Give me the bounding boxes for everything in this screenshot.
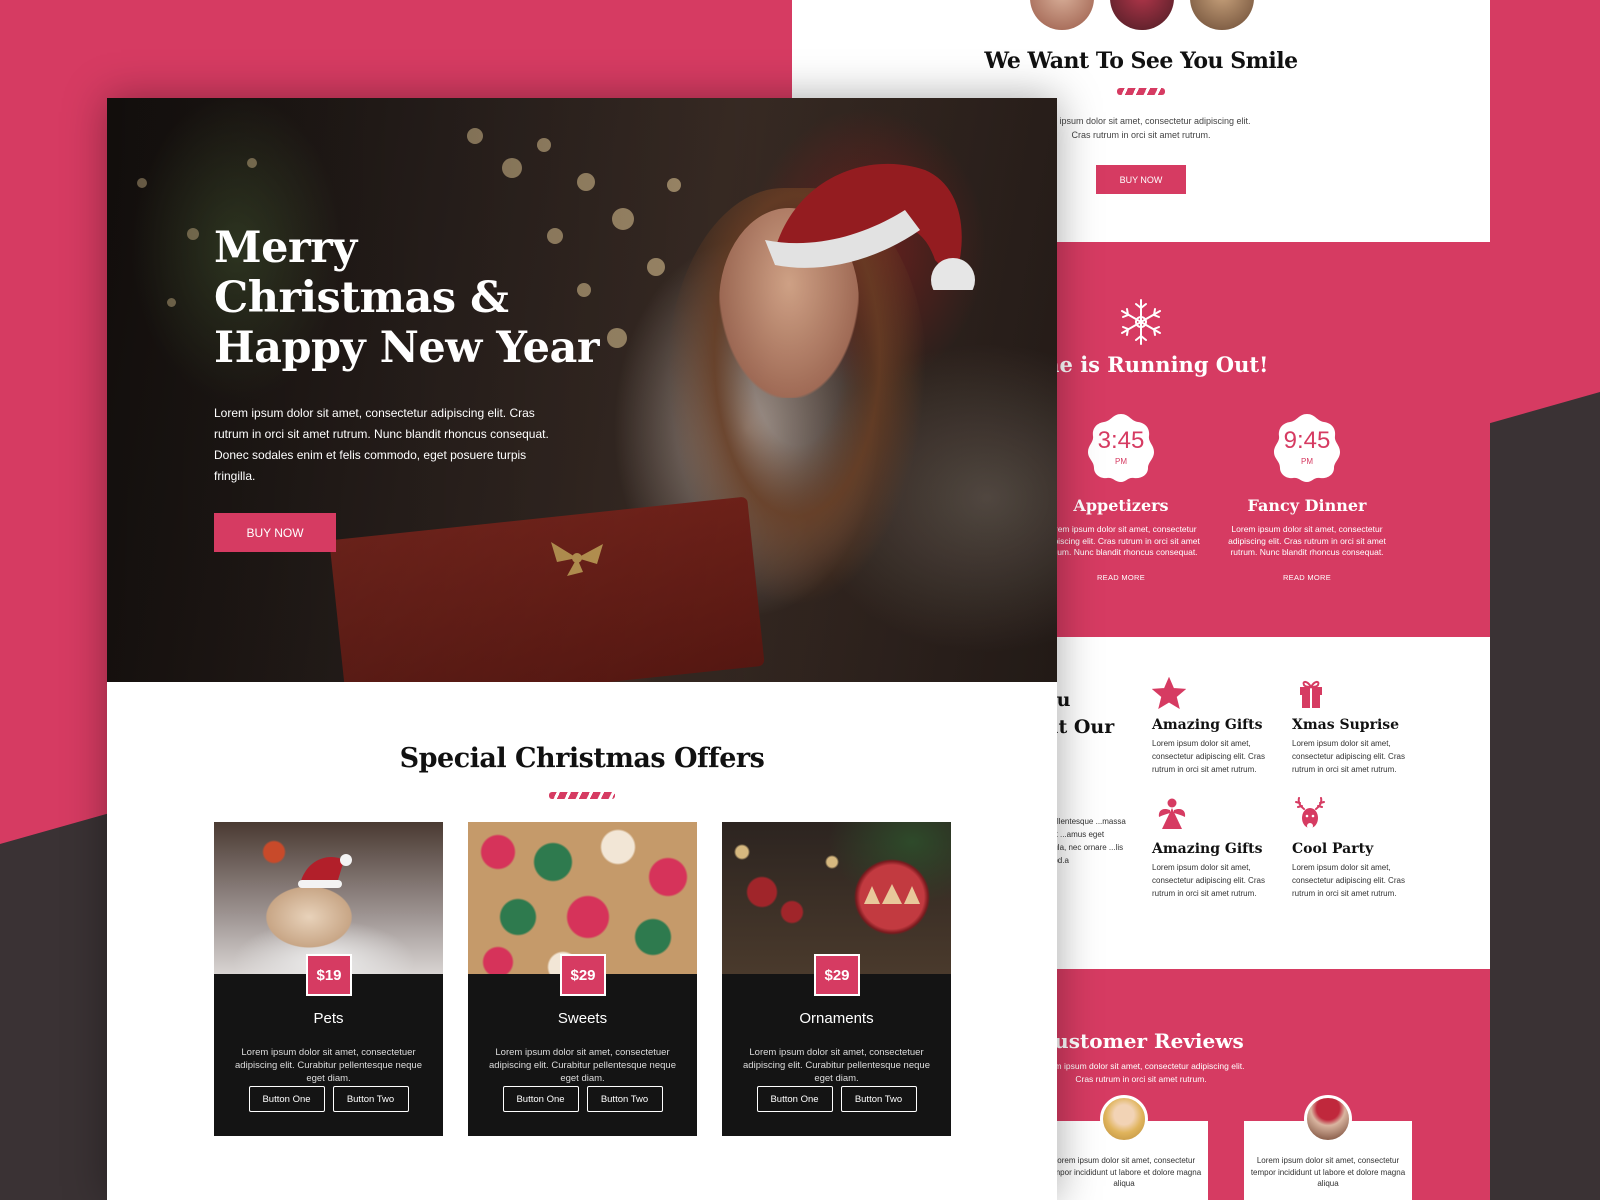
time-badge: 9:45 PM (1272, 412, 1342, 482)
read-more-link[interactable]: READ MORE (1217, 573, 1397, 582)
snowflake-icon (1121, 299, 1161, 345)
review-text: Lorem ipsum dolor sit amet, consectetur … (1250, 1156, 1406, 1188)
timing-item-title: Appetizers (1073, 496, 1169, 515)
smile-buy-button[interactable]: BUY NOW (1096, 165, 1186, 194)
price-badge: $29 (814, 954, 860, 996)
hero-title-line: Happy New Year (214, 323, 600, 373)
offer-buttons: Button One Button Two (214, 1086, 443, 1112)
offer-text: Lorem ipsum dolor sit amet, consectetuer… (743, 1047, 930, 1084)
gift-icon (1300, 680, 1322, 708)
offers-title: Special Christmas Offers (399, 743, 765, 774)
title-divider (549, 792, 615, 799)
hero-section: Merry Christmas & Happy New Year Lorem i… (107, 98, 1057, 682)
feature-text: Lorem ipsum dolor sit amet, consectetur … (1292, 739, 1405, 774)
offer-text: Lorem ipsum dolor sit amet, consectetuer… (235, 1047, 422, 1084)
button-one[interactable]: Button One (756, 1086, 833, 1112)
avatar-row (1030, 0, 1254, 30)
button-one[interactable]: Button One (502, 1086, 579, 1112)
avatar (1110, 0, 1174, 30)
avatar (1030, 0, 1094, 30)
offer-name: Ornaments (799, 1010, 874, 1027)
timing-item-text: Lorem ipsum dolor sit amet, consectetur … (1228, 524, 1386, 557)
offer-buttons: Button One Button Two (468, 1086, 697, 1112)
avatar (1190, 0, 1254, 30)
read-more-link[interactable]: READ MORE (1031, 573, 1211, 582)
offer-photo-pets (214, 822, 443, 974)
hero-overlay (107, 98, 1057, 682)
button-two[interactable]: Button Two (332, 1086, 409, 1112)
feature-title: Amazing Gifts (1152, 717, 1263, 733)
reindeer-icon (1295, 797, 1325, 829)
time-ampm: PM (1301, 457, 1313, 466)
star-icon (1152, 677, 1186, 709)
title-divider (1117, 88, 1165, 95)
santa-hat (298, 854, 352, 888)
hero-title-line: Merry (214, 223, 357, 273)
review-card: Lorem ipsum dolor sit amet, consectetur … (1040, 1095, 1208, 1200)
review-card: Lorem ipsum dolor sit amet, consectetur … (1244, 1095, 1412, 1200)
offer-photo-ornaments (722, 822, 951, 974)
price-badge: $29 (560, 954, 606, 996)
time-ampm: PM (1115, 457, 1127, 466)
timing-item-text: Lorem ipsum dolor sit amet, consectetur … (1042, 524, 1200, 557)
offer-name: Pets (313, 1010, 344, 1027)
time-value: 3:45 (1097, 427, 1145, 454)
offer-buttons: Button One Button Two (722, 1086, 951, 1112)
feature-text: Lorem ipsum dolor sit amet, consectetur … (1152, 863, 1265, 898)
time-badge: 3:45 PM (1086, 412, 1156, 482)
button-two[interactable]: Button Two (840, 1086, 917, 1112)
time-value: 9:45 (1283, 427, 1331, 454)
offer-text: Lorem ipsum dolor sit amet, consectetuer… (489, 1047, 676, 1084)
angel-icon (1158, 798, 1186, 829)
hero-buy-button[interactable]: BUY NOW (214, 513, 336, 552)
hero-text: Lorem ipsum dolor sit amet, consectetur … (214, 406, 549, 483)
feature-title: Amazing Gifts (1152, 841, 1263, 857)
offer-card: $19 Pets Lorem ipsum dolor sit amet, con… (214, 822, 443, 1136)
hero-title-line: Christmas & (214, 273, 509, 323)
review-text: Lorem ipsum dolor sit amet, consectetur … (1046, 1156, 1202, 1188)
feature-title: Xmas Suprise (1292, 717, 1400, 733)
offer-name: Sweets (557, 1010, 608, 1027)
main-page-preview: Merry Christmas & Happy New Year Lorem i… (107, 98, 1057, 1200)
offer-card: $29 Sweets Lorem ipsum dolor sit amet, c… (468, 822, 697, 1136)
avatar (1100, 1095, 1148, 1143)
avatar (1304, 1095, 1352, 1143)
hero-title: Merry Christmas & Happy New Year (214, 223, 600, 373)
price-badge: $19 (306, 954, 352, 996)
feature-text: Lorem ipsum dolor sit amet, consectetur … (1292, 863, 1405, 898)
offer-photo-sweets (468, 822, 697, 974)
offer-card: $29 Ornaments Lorem ipsum dolor sit amet… (722, 822, 951, 1136)
feature-title: Cool Party (1292, 841, 1374, 857)
button-one[interactable]: Button One (248, 1086, 325, 1112)
feature-text: Lorem ipsum dolor sit amet, consectetur … (1152, 739, 1265, 774)
timing-item-title: Fancy Dinner (1247, 496, 1367, 515)
smile-title: We Want To See You Smile (984, 48, 1298, 74)
ornament-trees (864, 884, 920, 904)
button-two[interactable]: Button Two (586, 1086, 663, 1112)
